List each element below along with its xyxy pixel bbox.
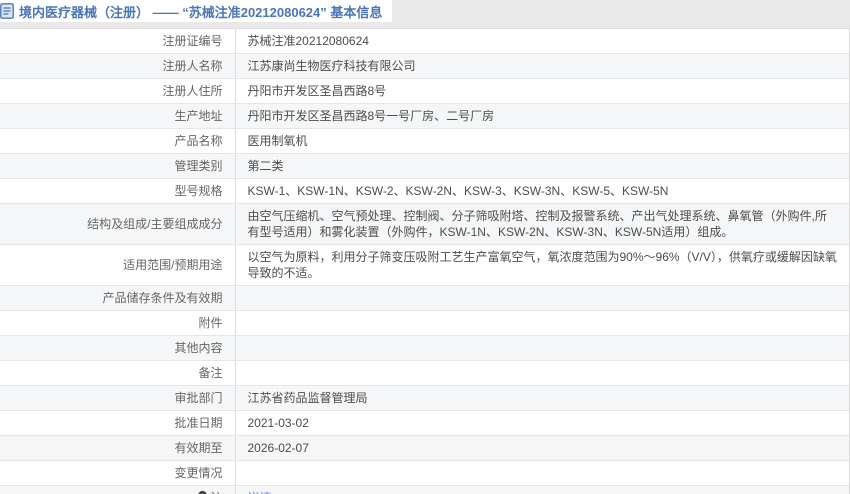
document-icon (0, 3, 14, 19)
table-row: 审批部门 江苏省药品监督管理局 (0, 385, 849, 411)
row-label: 生产地址 (0, 103, 236, 129)
table-row: 有效期至 2026-02-07 (0, 435, 849, 461)
row-label: 其他内容 (0, 335, 236, 361)
row-value (235, 310, 849, 336)
table-row: 管理类别 第二类 (0, 153, 849, 179)
row-value: 丹阳市开发区圣昌西路8号一号厂房、二号厂房 (235, 103, 849, 129)
row-label: 注册证编号 (0, 29, 236, 54)
row-value: 详情 (235, 485, 849, 494)
row-label: 审批部门 (0, 385, 236, 411)
row-value: 苏械注准20212080624 (235, 29, 849, 54)
row-label: 适用范围/预期用途 (0, 244, 236, 286)
table-row: 其他内容 (0, 335, 849, 361)
table-row: 附件 (0, 310, 849, 336)
row-value (235, 285, 849, 311)
row-label: 有效期至 (0, 435, 236, 461)
row-label: 备注 (0, 360, 236, 386)
row-value: KSW-1、KSW-1N、KSW-2、KSW-2N、KSW-3、KSW-3N、K… (235, 178, 849, 204)
row-label: 注 (0, 485, 236, 494)
row-label: 产品储存条件及有效期 (0, 285, 236, 311)
table-row: 注册证编号 苏械注准20212080624 (0, 29, 849, 54)
row-value: 江苏省药品监督管理局 (235, 385, 849, 411)
row-label: 注册人住所 (0, 78, 236, 104)
table-row: 结构及组成/主要组成成分 由空气压缩机、空气预处理、控制阀、分子筛吸附塔、控制及报… (0, 203, 849, 245)
table-row: 批准日期 2021-03-02 (0, 410, 849, 436)
registration-info-table: 注册证编号 苏械注准20212080624 注册人名称 江苏康尚生物医疗科技有限公司注… (0, 28, 850, 494)
table-row: 变更情况 (0, 460, 849, 486)
page-title-chip: 境内医疗器械（注册） —— “苏械注准20212080624” 基本信息 (0, 0, 393, 22)
row-value: 2026-02-07 (235, 435, 849, 461)
row-value: 丹阳市开发区圣昌西路8号 (235, 78, 849, 104)
row-value (235, 360, 849, 386)
row-label: 附件 (0, 310, 236, 336)
table-row: 注册人住所 丹阳市开发区圣昌西路8号 (0, 78, 849, 104)
table-row: 适用范围/预期用途 以空气为原料，利用分子筛变压吸附工艺生产富氧空气，氧浓度范围为… (0, 244, 849, 286)
table-row: 产品储存条件及有效期 (0, 285, 849, 311)
row-label: 批准日期 (0, 410, 236, 436)
row-value: 医用制氧机 (235, 128, 849, 154)
table-row: 注册人名称 江苏康尚生物医疗科技有限公司 (0, 53, 849, 79)
row-label: 结构及组成/主要组成成分 (0, 203, 236, 245)
row-value: 以空气为原料，利用分子筛变压吸附工艺生产富氧空气，氧浓度范围为90%～96%（V… (235, 244, 849, 286)
table-row: 生产地址 丹阳市开发区圣昌西路8号一号厂房、二号厂房 (0, 103, 849, 129)
row-value (235, 335, 849, 361)
table-row: 产品名称 医用制氧机 (0, 128, 849, 154)
page-title: 境内医疗器械（注册） —— “苏械注准20212080624” 基本信息 (19, 4, 383, 20)
table-row: 型号规格 KSW-1、KSW-1N、KSW-2、KSW-2N、KSW-3、KSW-… (0, 178, 849, 204)
row-label: 管理类别 (0, 153, 236, 179)
row-label: 产品名称 (0, 128, 236, 154)
row-label: 注册人名称 (0, 53, 236, 79)
row-value: 由空气压缩机、空气预处理、控制阀、分子筛吸附塔、控制及报警系统、产出气处理系统、… (235, 203, 849, 245)
row-label: 型号规格 (0, 178, 236, 204)
row-value: 2021-03-02 (235, 410, 849, 436)
row-label: 变更情况 (0, 460, 236, 486)
info-table-body: 注册证编号 苏械注准20212080624 注册人名称 江苏康尚生物医疗科技有限公司注… (0, 29, 849, 494)
title-bar: 境内医疗器械（注册） —— “苏械注准20212080624” 基本信息 (0, 0, 850, 28)
table-row: 备注 (0, 360, 849, 386)
row-value: 第二类 (235, 153, 849, 179)
row-value (235, 460, 849, 486)
table-row: 注详情 (0, 485, 849, 494)
row-value: 江苏康尚生物医疗科技有限公司 (235, 53, 849, 79)
